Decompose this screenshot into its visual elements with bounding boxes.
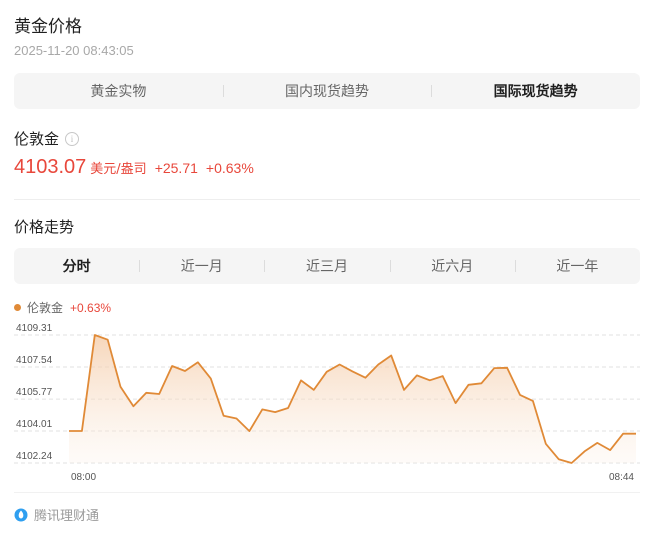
legend-marker (14, 304, 21, 311)
x-tick-label: 08:00 (71, 472, 96, 483)
price-area-fill (69, 335, 636, 463)
footer-source: 腾讯理财通 (34, 509, 100, 524)
quote-header: 伦敦金 i (14, 128, 80, 149)
price-change-percent: +0.63% (205, 160, 254, 176)
tencent-licaitong-logo-icon (14, 508, 28, 521)
range-tab-6-months[interactable]: 近六月 (389, 248, 515, 284)
divider (14, 199, 640, 200)
info-icon[interactable]: i (65, 131, 80, 146)
category-tabs: 黄金实物 国内现货趋势 国际现货趋势 (14, 73, 640, 109)
legend-series-name: 伦敦金 (27, 301, 64, 315)
y-tick-label: 4104.01 (16, 419, 53, 430)
price-chart[interactable]: 4109.31 4107.54 4105.77 4104.01 4102.24 08:00… (0, 320, 653, 490)
footer: 腾讯理财通 (14, 505, 99, 524)
quote-price-row: 4103.07 美元/盎司 +25.71 +0.63% (14, 156, 254, 179)
range-tab-3-months[interactable]: 近三月 (264, 248, 389, 284)
range-tab-1-month[interactable]: 近一月 (139, 248, 264, 284)
update-timestamp: 2025-11-20 08:43:05 (14, 43, 134, 58)
x-tick-label: 08:44 (609, 472, 634, 483)
tab-international-spot-trend[interactable]: 国际现货趋势 (431, 73, 640, 109)
chart-legend: 伦敦金 +0.63% (14, 299, 111, 316)
range-tabs: 分时 近一月 近三月 近六月 近一年 (14, 248, 640, 284)
y-tick-label: 4105.77 (16, 387, 53, 398)
tab-domestic-spot-trend[interactable]: 国内现货趋势 (222, 73, 432, 109)
quote-name: 伦敦金 (14, 130, 60, 148)
range-tab-intraday[interactable]: 分时 (14, 248, 139, 284)
y-tick-label: 4102.24 (16, 451, 53, 462)
y-tick-label: 4109.31 (16, 323, 53, 334)
range-tab-1-year[interactable]: 近一年 (514, 248, 640, 284)
price-change: +25.71 (154, 160, 198, 176)
current-price: 4103.07 (14, 156, 87, 178)
legend-change: +0.63% (70, 300, 112, 315)
page-title: 黄金价格 (14, 17, 82, 37)
tab-gold-physical[interactable]: 黄金实物 (14, 73, 223, 109)
trend-title: 价格走势 (14, 218, 75, 236)
price-unit: 美元/盎司 (90, 162, 147, 177)
footer-divider (14, 492, 640, 493)
y-tick-label: 4107.54 (16, 355, 53, 366)
